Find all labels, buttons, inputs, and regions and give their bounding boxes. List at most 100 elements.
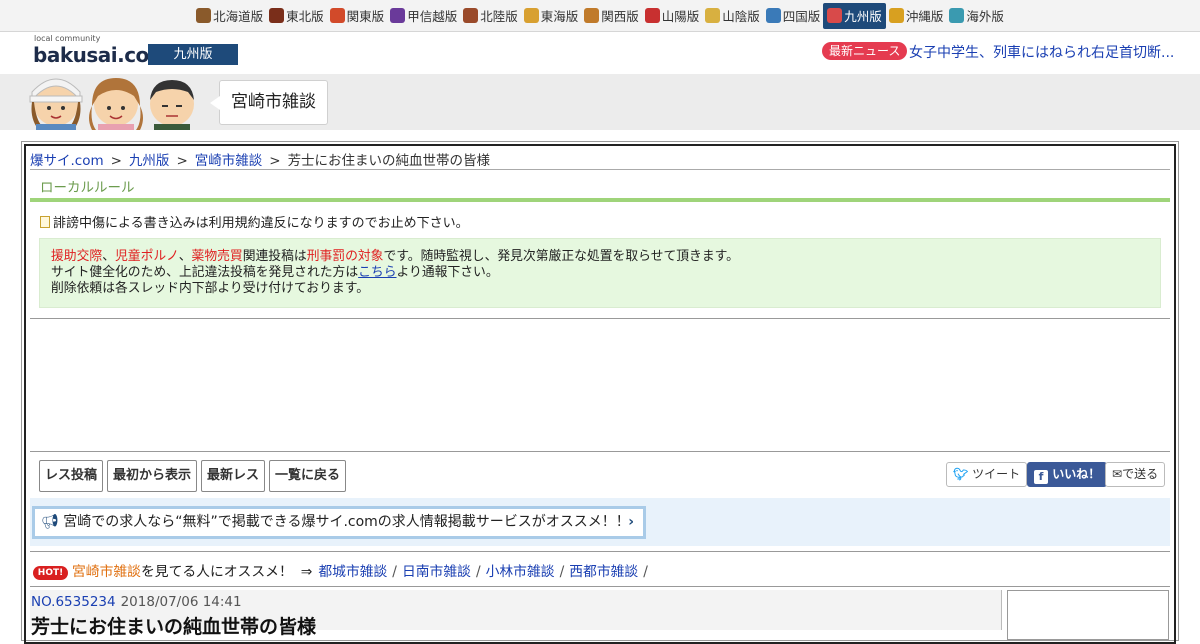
region-tab[interactable]: 沖縄版 [886, 3, 947, 29]
warning-line-2: サイト健全化のため、上記違法投稿を発見された方はこちらより通報下さい。 [51, 265, 1160, 281]
warning-text: です。随時監視し、発見次第厳正な処置を取らせて頂きます。 [383, 249, 739, 264]
region-tab-label: 沖縄版 [905, 9, 944, 24]
facebook-like-button[interactable]: f いいね！ [1027, 462, 1108, 487]
kansai-icon [584, 8, 600, 23]
breadcrumb: 爆サイ.com > 九州版 > 宮崎市雑談 > 芳士にお住まいの純血世帯の皆様 [30, 149, 490, 169]
sanyo-icon [644, 8, 660, 23]
arrow-icon: ⇒ [300, 564, 313, 580]
region-tab[interactable]: 山陽版 [642, 3, 703, 29]
tweet-button[interactable]: 🐦︎ ツイート [946, 462, 1028, 487]
region-tab-label: 北陸版 [480, 9, 518, 24]
region-tab[interactable]: 関西版 [581, 3, 642, 29]
breadcrumb-edition[interactable]: 九州版 [129, 153, 170, 169]
site-header: local community bakusai.com 九州版 最新ニュース 女… [0, 33, 1200, 74]
recommend-top-divider [30, 551, 1170, 552]
region-tab[interactable]: 海外版 [946, 3, 1007, 29]
board-title: 宮崎市雑談 [210, 80, 328, 125]
region-tab[interactable]: 四国版 [763, 3, 824, 29]
region-tab[interactable]: 北海道版 [193, 3, 266, 29]
warning-box: 援助交際、児童ポルノ、薬物売買関連投稿は刑事罰の対象です。随時監視し、発見次第厳… [39, 238, 1161, 308]
region-tab-label: 四国版 [782, 9, 821, 24]
send-label: で送る [1122, 467, 1159, 481]
warning-sep: 、 [178, 249, 192, 264]
recommend-bottom-divider [30, 586, 1170, 587]
mascot-characters-icon [29, 78, 194, 130]
shikoku-icon [765, 8, 781, 23]
facebook-icon: f [1034, 470, 1048, 484]
region-tab-label: 北海道版 [213, 9, 264, 24]
region-tab[interactable]: 山陰版 [702, 3, 763, 29]
breadcrumb-separator: > [269, 153, 281, 169]
warning-sep: 、 [102, 249, 115, 264]
region-tab[interactable]: 北陸版 [460, 3, 521, 29]
region-tab-label: 関東版 [346, 9, 385, 24]
tokai-icon [523, 8, 539, 23]
region-tab-label: 九州版 [844, 9, 882, 24]
region-tab[interactable]: 九州版 [823, 2, 886, 29]
local-rule-heading: ローカルルール [30, 169, 1170, 199]
region-tab[interactable]: 甲信越版 [387, 3, 460, 29]
breadcrumb-current: 芳士にお住まいの純血世帯の皆様 [287, 153, 491, 169]
region-tab[interactable]: 関東版 [327, 3, 388, 29]
local-rule-text: 誹謗中傷による書き込みは利用規約違反になりますのでお止め下さい。 [40, 212, 469, 231]
warning-text: より通報下さい。 [396, 265, 499, 280]
report-link[interactable]: こちら [358, 265, 396, 280]
local-rule-divider [30, 198, 1170, 202]
board-banner: 宮崎市雑談 [0, 74, 1200, 130]
recommend-text: を見てる人にオススメ！ [140, 564, 293, 580]
recommend-board-link[interactable]: 宮崎市雑談 [72, 564, 141, 580]
warning-line-3: 削除依頼は各スレッド内下部より受け付けております。 [51, 281, 370, 296]
hokkaido-icon [196, 8, 212, 23]
latest-replies-button[interactable]: 最新レス [201, 460, 266, 492]
mail-icon: ✉ [1112, 467, 1123, 481]
region-tab[interactable]: 東北版 [266, 3, 327, 29]
megaphone-icon: 📢︎ [41, 514, 59, 530]
tweet-label: ツイート [972, 467, 1021, 481]
recommend-row: HOT! 宮崎市雑談を見てる人にオススメ！ ⇒ 都城市雑談 / 日南市雑談 / 小林市雑談 / 西… [33, 560, 653, 580]
ad-area-top-divider [30, 318, 1170, 319]
region-tab-label: 海外版 [966, 9, 1004, 24]
logo-tagline: local community [34, 34, 101, 43]
back-to-list-button[interactable]: 一覧に戻る [269, 460, 347, 492]
ad-area-bottom-divider [30, 451, 1170, 452]
warning-term: 薬物売買 [191, 249, 243, 264]
region-tab-label: 甲信越版 [407, 9, 458, 24]
hokuriku-icon [463, 8, 479, 23]
thread-date: 2018/07/06 14:41 [120, 594, 242, 610]
tohoku-icon [269, 8, 285, 23]
job-promo-banner[interactable]: 📢︎ 宮崎での求人なら“無料”で掲載できる爆サイ.comの求人情報掲載サービスが… [32, 506, 646, 539]
warning-term: 児童ポルノ [114, 249, 179, 264]
latest-news-link[interactable]: 女子中学生、列車にはねられ右足首切断... [909, 42, 1174, 62]
breadcrumb-home[interactable]: 爆サイ.com [30, 153, 104, 169]
link-separator: / [475, 564, 481, 580]
okinawa-icon [888, 8, 904, 23]
post-reply-button[interactable]: レス投稿 [39, 460, 104, 492]
link-separator: / [392, 564, 397, 580]
warning-text: 関連投稿は [242, 249, 307, 264]
send-mail-button[interactable]: ✉で送る [1105, 462, 1166, 487]
sanin-icon [705, 8, 721, 23]
recommend-link[interactable]: 日南市雑談 [402, 564, 471, 580]
hot-badge: HOT! [33, 566, 68, 580]
breadcrumb-board[interactable]: 宮崎市雑談 [195, 153, 263, 169]
link-separator: / [643, 564, 648, 580]
link-separator: / [559, 564, 565, 580]
recommend-link[interactable]: 小林市雑談 [486, 564, 555, 580]
thread-meta: NO.6535234 2018/07/06 14:41 [31, 594, 242, 610]
overseas-icon [949, 8, 965, 23]
local-rule-line: 誹謗中傷による書き込みは利用規約違反になりますのでお止め下さい。 [53, 216, 469, 231]
breadcrumb-separator: > [110, 153, 122, 169]
recommend-link[interactable]: 都城市雑談 [318, 564, 387, 580]
region-tab-label: 山陰版 [722, 9, 760, 24]
thread-number[interactable]: NO.6535234 [31, 594, 116, 610]
region-tab-label: 東北版 [286, 9, 324, 24]
recommend-link[interactable]: 西都市雑談 [569, 564, 638, 580]
show-from-start-button[interactable]: 最初から表示 [107, 460, 198, 492]
warning-line-1: 援助交際、児童ポルノ、薬物売買関連投稿は刑事罰の対象です。随時監視し、発見次第厳… [51, 249, 1160, 265]
region-tab-label: 関西版 [601, 9, 639, 24]
edition-badge[interactable]: 九州版 [148, 44, 238, 65]
region-tab-label: 山陽版 [661, 9, 700, 24]
document-icon [40, 216, 50, 228]
region-tab[interactable]: 東海版 [521, 3, 582, 29]
promo-text: 宮崎での求人なら“無料”で掲載できる爆サイ.comの求人情報掲載サービスがオスス… [63, 514, 630, 530]
